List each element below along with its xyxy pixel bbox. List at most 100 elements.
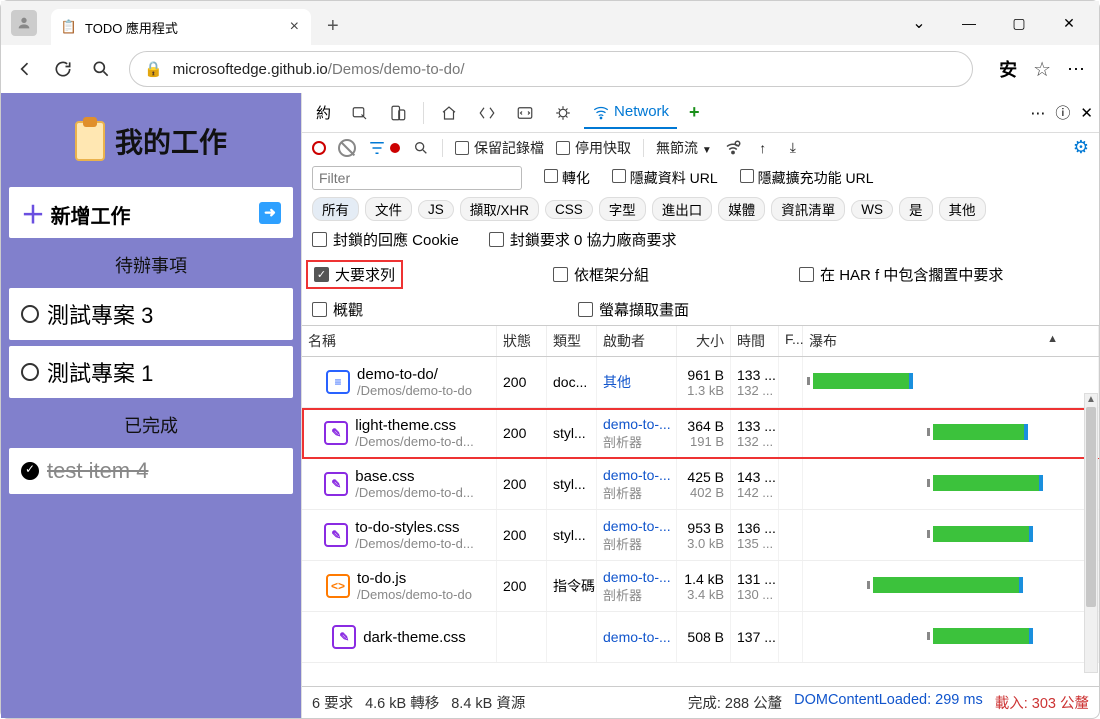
type-manifest[interactable]: 資訊清單 [771, 197, 845, 221]
tab-title: TODO 應用程式 [85, 18, 178, 37]
network-settings-icon[interactable]: ⚙ [1073, 137, 1089, 158]
lock-icon: 🔒 [144, 60, 163, 78]
tab-sources[interactable] [508, 98, 542, 128]
task-item[interactable]: 測試專案 1 [9, 346, 293, 398]
blocked-cookies-checkbox[interactable]: 封鎖的回應 Cookie [312, 229, 459, 250]
preserve-log-checkbox[interactable]: 保留記錄檔 [455, 138, 544, 158]
done-header: 已完成 [9, 404, 293, 442]
todo-app: 我的工作 ＋ 新增工作 ➜ 待辦事項 測試專案 3 測試專案 1 已完成 tes… [1, 93, 301, 718]
app-header: 我的工作 [9, 101, 293, 181]
minimize-button[interactable]: — [947, 7, 991, 39]
status-resources: 8.4 kB 資源 [451, 692, 525, 713]
window-dropdown-icon[interactable]: ⌄ [897, 7, 941, 39]
network-row[interactable]: ✎ dark-theme.css demo-to-... 508 B 137 .… [302, 612, 1099, 663]
screenshots-checkbox[interactable]: 螢幕擷取畫面 [578, 299, 689, 320]
tab-network-label: Network [614, 103, 669, 120]
browser-tab[interactable]: 📋 TODO 應用程式 × [51, 9, 311, 45]
disable-cache-checkbox[interactable]: 停用快取 [556, 138, 631, 158]
col-type[interactable]: 類型 [547, 326, 597, 356]
col-size[interactable]: 大小 [677, 326, 731, 356]
add-task-button[interactable]: ＋ 新增工作 ➜ [9, 187, 293, 238]
type-css[interactable]: CSS [545, 200, 593, 219]
task-checkbox-checked[interactable] [21, 462, 39, 480]
devtools-tabstrip: 約 Network + ⋯ ⓘ ✕ [302, 93, 1099, 133]
tab-console[interactable] [470, 98, 504, 128]
type-font[interactable]: 字型 [599, 197, 646, 221]
filter-input[interactable] [312, 166, 522, 190]
task-label: 測試專案 3 [47, 298, 153, 330]
tab-welcome[interactable]: 約 [308, 96, 339, 129]
type-all[interactable]: 所有 [312, 197, 359, 221]
refresh-button[interactable] [53, 59, 73, 79]
task-checkbox[interactable] [21, 363, 39, 381]
task-label: 測試專案 1 [47, 356, 153, 388]
type-ws[interactable]: WS [851, 200, 893, 219]
col-waterfall[interactable]: 瀑布▲ [803, 326, 1099, 356]
favorite-button[interactable]: ☆ [1033, 57, 1051, 82]
device-icon[interactable] [381, 98, 415, 128]
profile-avatar[interactable] [11, 10, 37, 36]
inspect-icon[interactable] [343, 98, 377, 128]
grid-scrollbar[interactable]: ▲ [1084, 393, 1098, 673]
filter-button[interactable] [368, 139, 400, 157]
network-row[interactable]: <> to-do.js/Demos/demo-to-do 200 指令碼 dem… [302, 561, 1099, 612]
network-row[interactable]: ✎ to-do-styles.css/Demos/demo-to-d... 20… [302, 510, 1099, 561]
task-checkbox[interactable] [21, 305, 39, 323]
clear-button[interactable] [338, 139, 356, 157]
group-by-frame-checkbox[interactable]: 依框架分組 [553, 264, 649, 285]
tab-network[interactable]: Network [584, 97, 677, 129]
more-menu-button[interactable]: ⋯ [1067, 59, 1085, 80]
col-status[interactable]: 狀態 [497, 326, 547, 356]
include-har-checkbox[interactable]: 在 HAR f 中包含擱置中要求 [799, 264, 1003, 285]
task-item-done[interactable]: test item 4 [9, 448, 293, 494]
search-button[interactable] [91, 59, 111, 79]
close-window-button[interactable]: ✕ [1047, 7, 1091, 39]
col-name[interactable]: 名稱 [302, 326, 497, 356]
hide-ext-url-checkbox[interactable]: 隱藏擴充功能 URL [740, 168, 874, 188]
overview-checkbox[interactable]: 概觀 [312, 299, 363, 320]
maximize-button[interactable]: ▢ [997, 7, 1041, 39]
add-tab-button[interactable]: + [681, 96, 708, 129]
tab-favicon-icon: 📋 [61, 19, 77, 35]
task-item[interactable]: 測試專案 3 [9, 288, 293, 340]
tab-debug-icon[interactable] [546, 98, 580, 128]
import-har-icon[interactable]: ↑ [754, 139, 772, 157]
type-import[interactable]: 進出口 [652, 197, 713, 221]
back-button[interactable] [15, 59, 35, 79]
invert-checkbox[interactable]: 轉化 [544, 168, 590, 188]
type-media[interactable]: 媒體 [718, 197, 765, 221]
search-network-icon[interactable] [412, 139, 430, 157]
new-tab-button[interactable]: + [321, 9, 345, 44]
col-f[interactable]: F... [779, 326, 803, 356]
network-row[interactable]: ✎ light-theme.css/Demos/demo-to-d... 200… [302, 408, 1099, 459]
col-initiator[interactable]: 啟動者 [597, 326, 677, 356]
translate-button[interactable]: 安 [999, 56, 1017, 82]
submit-icon[interactable]: ➜ [259, 202, 281, 224]
type-fetch[interactable]: 擷取/XHR [460, 197, 539, 221]
devtools-close-icon[interactable]: ✕ [1080, 104, 1093, 122]
clipboard-icon [75, 121, 105, 161]
type-other[interactable]: 其他 [939, 197, 986, 221]
tab-close-icon[interactable]: × [288, 18, 301, 36]
hide-data-url-checkbox[interactable]: 隱藏資料 URL [612, 168, 718, 188]
network-filter-row: 轉化 隱藏資料 URL 隱藏擴充功能 URL [302, 162, 1099, 194]
type-doc[interactable]: 文件 [365, 197, 412, 221]
type-js[interactable]: JS [418, 200, 454, 219]
devtools-panel: 約 Network + ⋯ ⓘ ✕ [301, 93, 1099, 718]
url-bar[interactable]: 🔒 microsoftedge.github.io/Demos/demo-to-… [129, 51, 973, 87]
devtools-more-icon[interactable]: ⋯ [1030, 104, 1045, 122]
network-toolbar: 保留記錄檔 停用快取 無節流 ▼ ↑ ⤓ ⚙ [302, 133, 1099, 162]
network-conditions-icon[interactable] [724, 139, 742, 157]
blocked-requests-checkbox[interactable]: 封鎖要求 0 協力廠商要求 [489, 229, 677, 250]
export-har-icon[interactable]: ⤓ [784, 139, 802, 157]
status-transferred: 4.6 kB 轉移 [365, 692, 439, 713]
col-time[interactable]: 時間 [731, 326, 779, 356]
network-row[interactable]: ≡ demo-to-do//Demos/demo-to-do 200 doc..… [302, 357, 1099, 408]
throttle-select[interactable]: 無節流 ▼ [656, 138, 712, 158]
tab-elements[interactable] [432, 98, 466, 128]
network-row[interactable]: ✎ base.css/Demos/demo-to-d... 200 styl..… [302, 459, 1099, 510]
type-wasm[interactable]: 是 [899, 197, 933, 221]
devtools-help-icon[interactable]: ⓘ [1055, 102, 1070, 123]
big-rows-checkbox[interactable]: ✓大要求列 [306, 260, 403, 289]
record-button[interactable] [312, 141, 326, 155]
